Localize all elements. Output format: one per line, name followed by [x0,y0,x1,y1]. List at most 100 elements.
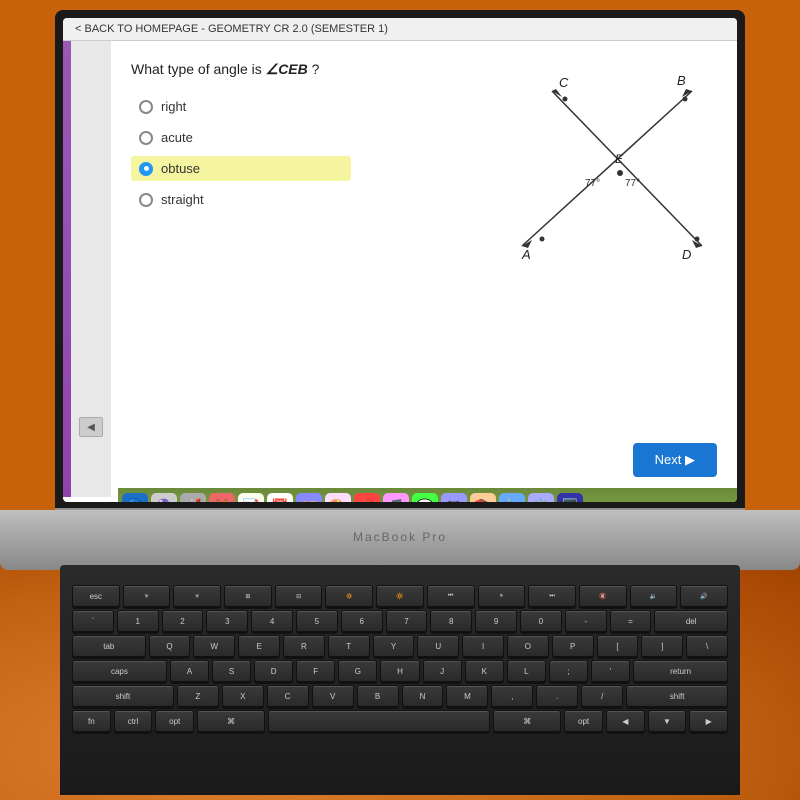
key-6[interactable]: 6 [341,610,383,632]
key-minus[interactable]: - [565,610,607,632]
key-f3[interactable]: ⊞ [224,585,272,607]
key-2[interactable]: 2 [162,610,204,632]
nav-back-link[interactable]: < BACK TO HOMEPAGE - GEOMETRY CR 2.0 (SE… [75,23,388,35]
key-f7[interactable]: ⏮ [427,585,475,607]
key-slash[interactable]: / [581,685,623,707]
key-backtick[interactable]: ` [72,610,114,632]
key-h[interactable]: H [380,660,419,682]
key-esc[interactable]: esc [72,585,120,607]
dock-icon-notes[interactable]: 📝 [238,493,264,502]
dock-icon-screen[interactable]: 🖥️ [557,493,583,502]
key-arrow-left[interactable]: ◀ [606,710,645,732]
key-shift-right[interactable]: shift [626,685,728,707]
dock-icon-blocked[interactable]: 🚫 [354,493,380,502]
dock-icon-music[interactable]: 🎵 [383,493,409,502]
dock-icon-messages[interactable]: 💬 [412,493,438,502]
dock-icon-calendar[interactable]: 📅 [267,493,293,502]
key-c[interactable]: C [267,685,309,707]
key-arrow-down[interactable]: ▼ [648,710,687,732]
key-l[interactable]: L [507,660,546,682]
key-y[interactable]: Y [373,635,415,657]
dock-icon-game[interactable]: 🎮 [441,493,467,502]
key-cmd-left[interactable]: ⌘ [197,710,265,732]
key-q[interactable]: Q [149,635,191,657]
key-t[interactable]: T [328,635,370,657]
key-f6[interactable]: 🔆 [376,585,424,607]
key-space[interactable] [268,710,490,732]
key-1[interactable]: 1 [117,610,159,632]
dock-icon-photos[interactable]: 🎨 [325,493,351,502]
key-ctrl[interactable]: ctrl [114,710,153,732]
key-o[interactable]: O [507,635,549,657]
radio-obtuse[interactable] [139,162,153,176]
radio-right[interactable] [139,100,153,114]
key-7[interactable]: 7 [386,610,428,632]
key-k[interactable]: K [465,660,504,682]
key-5[interactable]: 5 [296,610,338,632]
key-rbracket[interactable]: ] [641,635,683,657]
key-i[interactable]: I [462,635,504,657]
key-quote[interactable]: ' [591,660,630,682]
dock-icon-firefox[interactable]: 🦊 [209,493,235,502]
key-shift-left[interactable]: shift [72,685,174,707]
key-f8[interactable]: ⏸ [478,585,526,607]
key-u[interactable]: U [417,635,459,657]
key-p[interactable]: P [552,635,594,657]
choice-right[interactable]: right [131,94,351,119]
key-delete[interactable]: del [654,610,728,632]
dock-icon-settings[interactable]: ⚙️ [528,493,554,502]
key-f10[interactable]: 🔇 [579,585,627,607]
key-cmd-right[interactable]: ⌘ [493,710,561,732]
key-arrow-right[interactable]: ▶ [689,710,728,732]
key-8[interactable]: 8 [430,610,472,632]
key-f2[interactable]: ☀ [173,585,221,607]
key-a[interactable]: A [170,660,209,682]
key-d[interactable]: D [254,660,293,682]
key-fn[interactable]: fn [72,710,111,732]
key-f1[interactable]: ☀ [123,585,171,607]
key-r[interactable]: R [283,635,325,657]
key-j[interactable]: J [423,660,462,682]
key-tab[interactable]: tab [72,635,146,657]
key-m[interactable]: M [446,685,488,707]
key-opt-left[interactable]: opt [155,710,194,732]
key-f12[interactable]: 🔊 [680,585,728,607]
key-4[interactable]: 4 [251,610,293,632]
key-return[interactable]: return [633,660,728,682]
choice-acute[interactable]: acute [131,125,351,150]
choice-obtuse[interactable]: obtuse [131,156,351,181]
key-comma[interactable]: , [491,685,533,707]
key-backslash[interactable]: \ [686,635,728,657]
key-e[interactable]: E [238,635,280,657]
key-b[interactable]: B [357,685,399,707]
choice-straight[interactable]: straight [131,187,351,212]
key-z[interactable]: Z [177,685,219,707]
key-f[interactable]: F [296,660,335,682]
key-f5[interactable]: 🔅 [325,585,373,607]
dock-icon-finder[interactable]: 🔵 [122,493,148,502]
dock-icon-books[interactable]: 📚 [470,493,496,502]
key-caps[interactable]: caps [72,660,167,682]
dock-icon-files[interactable]: 📁 [296,493,322,502]
key-w[interactable]: W [193,635,235,657]
key-v[interactable]: V [312,685,354,707]
key-3[interactable]: 3 [206,610,248,632]
key-f4[interactable]: ⊟ [275,585,323,607]
dock-icon-siri[interactable]: 🔮 [151,493,177,502]
dock-icon-launchpad[interactable]: 🚀 [180,493,206,502]
dock-icon-appstore[interactable]: 🔧 [499,493,525,502]
key-0[interactable]: 0 [520,610,562,632]
key-f9[interactable]: ⏭ [528,585,576,607]
key-equals[interactable]: = [610,610,652,632]
key-lbracket[interactable]: [ [597,635,639,657]
key-s[interactable]: S [212,660,251,682]
key-period[interactable]: . [536,685,578,707]
radio-acute[interactable] [139,131,153,145]
key-x[interactable]: X [222,685,264,707]
key-g[interactable]: G [338,660,377,682]
radio-straight[interactable] [139,193,153,207]
key-opt-right[interactable]: opt [564,710,603,732]
key-9[interactable]: 9 [475,610,517,632]
key-f11[interactable]: 🔉 [630,585,678,607]
key-n[interactable]: N [402,685,444,707]
